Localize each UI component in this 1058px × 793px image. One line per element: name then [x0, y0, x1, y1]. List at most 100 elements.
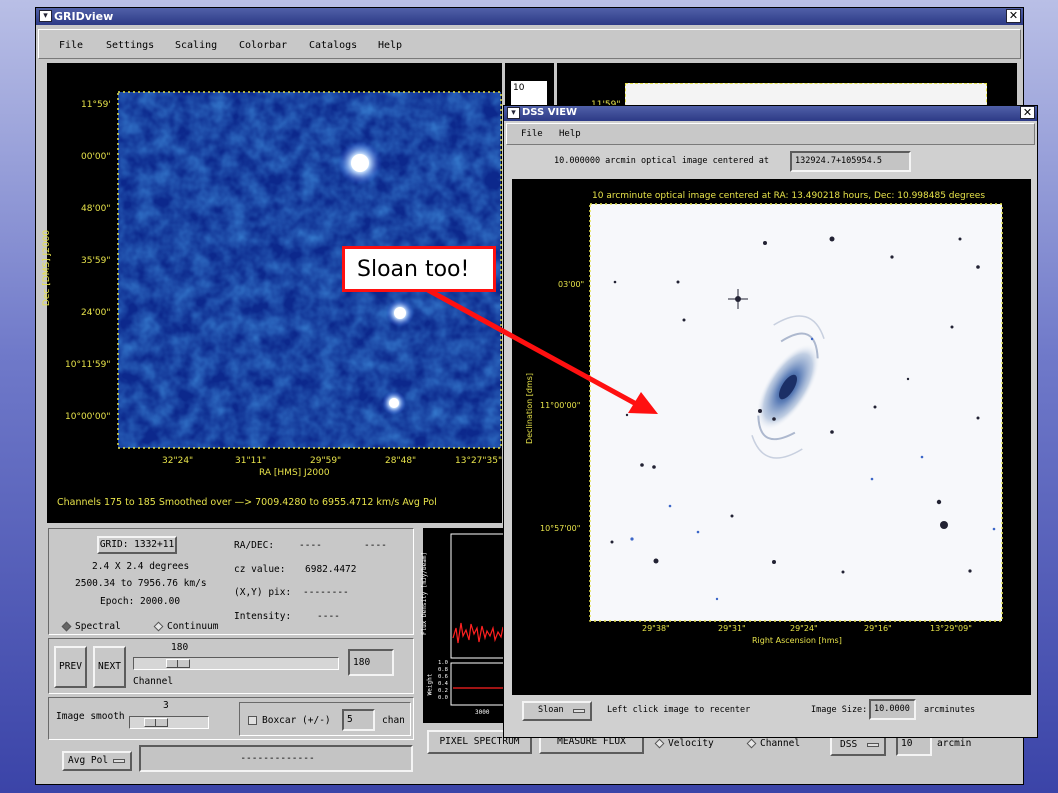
xy-label: (X,Y) pix: [234, 587, 292, 598]
dss-dec-tick: 03'00" [558, 280, 585, 289]
radio-off-icon [654, 738, 665, 749]
survey-menu[interactable]: Sloan [522, 701, 592, 721]
weight-tick: 0.2 [438, 688, 448, 694]
boxcar-group: Boxcar (+/-) 5 chan [239, 702, 411, 736]
hi-map-image[interactable] [47, 63, 502, 523]
dec-tick: 11°59' [81, 100, 111, 110]
dec-tick: 00'00" [81, 152, 111, 162]
dss-dec-axis-label: Declination [dms] [525, 372, 535, 445]
window-menu-icon[interactable]: ▾ [507, 107, 520, 119]
option-menu-icon [113, 759, 125, 763]
menu-file[interactable]: File [59, 40, 83, 51]
menu-scaling[interactable]: Scaling [175, 40, 217, 51]
dss-ra-axis-label: Right Ascension [hms] [752, 636, 842, 645]
smooth-panel: Image smooth 3 Boxcar (+/-) 5 chan [48, 697, 414, 740]
weight-tick: 0.6 [438, 674, 448, 680]
dec-tick: 24'00" [81, 308, 111, 318]
smooth-slider-thumb[interactable] [144, 718, 168, 727]
weight-tick: 0.8 [438, 667, 448, 673]
menubar: File Settings Scaling Colorbar Catalogs … [38, 29, 1021, 59]
ra-tick: 28"48" [385, 456, 417, 466]
spectral-radio[interactable]: Spectral [61, 621, 121, 632]
image-size-input[interactable]: 10.0000 [869, 699, 916, 720]
ra-tick: 32"24" [162, 456, 194, 466]
dss-header-text: 10.000000 arcmin optical image centered … [554, 156, 769, 166]
weight-tick: 1.0 [438, 660, 448, 666]
cz-label: cz value: [234, 564, 286, 575]
weight-tick: 0.0 [438, 695, 448, 701]
weight-tick: 0.4 [438, 681, 448, 687]
prev-button[interactable]: PREV [54, 646, 87, 688]
dss-optical-image[interactable] [512, 179, 1031, 695]
dss-window-title: DSS VIEW [522, 107, 578, 118]
chan-label: chan [382, 715, 405, 726]
spectrum-x-tick: 3000 [475, 709, 490, 716]
velocity-range: 2500.34 to 7956.76 km/s [75, 578, 207, 589]
channel-slider-thumb[interactable] [166, 659, 190, 668]
menu-settings[interactable]: Settings [106, 40, 154, 51]
channel-slider-title: Channel [133, 676, 174, 687]
weight-y-label: Weight [426, 673, 434, 696]
dss-ra-tick: 29"31" [718, 624, 746, 633]
dss-dec-tick: 10°57'00" [540, 524, 581, 533]
channel-panel: PREV NEXT 180 Channel 180 [48, 638, 414, 694]
annotation-text: Sloan too! [357, 257, 470, 282]
channel-radio[interactable]: Channel [746, 738, 800, 749]
dec-axis-label: Dec [DMS] J2000 [42, 229, 53, 307]
option-menu-icon [573, 709, 585, 713]
status-field: ------------- [139, 745, 413, 772]
radec-value2: ---- [364, 540, 387, 551]
dec-tick: 10°00'00" [65, 412, 111, 422]
ra-tick: 29"59" [310, 456, 342, 466]
close-icon[interactable]: ✕ [1006, 9, 1021, 23]
gridview-titlebar[interactable]: ▾ GRIDview ✕ [36, 8, 1023, 25]
smooth-slider-value: 3 [163, 700, 169, 711]
dss-menu-help[interactable]: Help [559, 129, 581, 139]
menu-colorbar[interactable]: Colorbar [239, 40, 287, 51]
map-caption: Channels 175 to 185 Smoothed over —> 700… [57, 497, 437, 508]
dss-titlebar[interactable]: ▾ DSS VIEW ✕ [504, 106, 1037, 121]
continuum-radio[interactable]: Continuum [153, 621, 218, 632]
image-size-label: Image Size: [811, 705, 868, 715]
boxcar-input[interactable]: 5 [342, 709, 375, 731]
close-icon[interactable]: ✕ [1020, 106, 1035, 119]
annotation-callout: Sloan too! [342, 246, 496, 292]
next-button[interactable]: NEXT [93, 646, 126, 688]
ra-axis-label: RA [HMS] J2000 [259, 468, 330, 478]
dss-menu-file[interactable]: File [521, 129, 543, 139]
image-size-unit: arcminutes [924, 705, 976, 715]
dss-coord-input[interactable]: 132924.7+105954.5 [790, 151, 911, 172]
grid-name-button[interactable]: GRID: 1332+11 [97, 536, 177, 554]
arcmin-label: arcmin [937, 738, 972, 749]
ra-tick: 13°27"35" [455, 456, 503, 466]
grid-size: 2.4 X 2.4 degrees [92, 561, 190, 572]
dss-ra-tick: 29"16" [864, 624, 892, 633]
epoch: Epoch: 2000.00 [100, 596, 181, 607]
radio-on-icon [61, 621, 72, 632]
menu-help[interactable]: Help [378, 40, 402, 51]
dec-tick: 10°11'59" [65, 360, 111, 370]
boxcar-checkbox[interactable]: Boxcar (+/-) [248, 715, 331, 726]
avg-pol-menu[interactable]: Avg Pol [62, 751, 132, 771]
menu-catalogs[interactable]: Catalogs [309, 40, 357, 51]
window-title: GRIDview [54, 10, 114, 23]
radec-label: RA/DEC: [234, 540, 275, 551]
intensity-label: Intensity: [234, 611, 292, 622]
hi-map-panel: 11°59' 00'00" 48'00" 35'59" 24'00" 10°11… [42, 63, 503, 523]
window-menu-icon[interactable]: ▾ [39, 10, 52, 22]
info-panel: GRID: 1332+11 2.4 X 2.4 degrees 2500.34 … [48, 528, 414, 635]
dss-ra-tick: 13°29"09" [930, 624, 972, 633]
image-smooth-label: Image smooth [56, 711, 125, 722]
velocity-radio[interactable]: Velocity [654, 738, 714, 749]
radio-off-icon [746, 738, 757, 749]
radec-value1: ---- [299, 540, 322, 551]
spectrum-y-label: Flux Density [mJy/beam] [421, 551, 429, 636]
channel-input[interactable]: 180 [348, 649, 394, 676]
option-menu-icon [867, 743, 879, 747]
dss-help-text: Left click image to recenter [607, 705, 751, 715]
channel-slider[interactable] [133, 657, 339, 670]
smooth-slider[interactable] [129, 716, 209, 729]
ra-tick: 31"11" [235, 456, 267, 466]
intensity-value: ---- [317, 611, 340, 622]
dss-dec-tick: 11°00'00" [540, 401, 581, 410]
